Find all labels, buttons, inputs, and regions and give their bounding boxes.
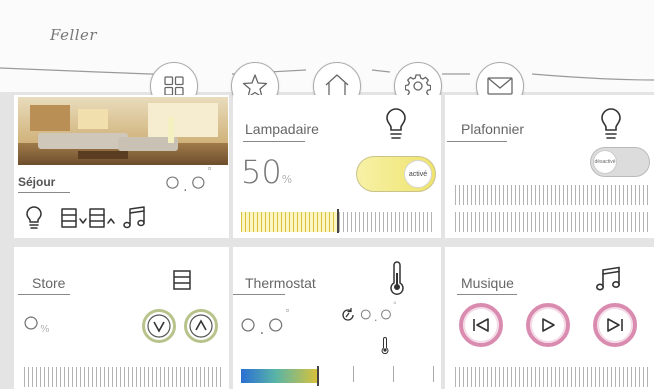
card-title: Lampadaire xyxy=(245,121,319,137)
toggle-knob: activé xyxy=(404,160,432,188)
previous-icon xyxy=(473,318,489,332)
next-button[interactable] xyxy=(593,303,637,347)
dimmer-value: 50% xyxy=(241,153,293,191)
chevron-down-icon xyxy=(147,314,171,338)
dimmer-fill xyxy=(241,212,337,232)
temperature-marker[interactable] xyxy=(317,366,319,386)
card-title: Plafonnier xyxy=(461,121,525,137)
temperature-value: ○.○° xyxy=(239,307,291,342)
previous-button[interactable] xyxy=(459,303,503,347)
play-button[interactable] xyxy=(526,303,570,347)
plafonnier-toggle[interactable]: désactivé xyxy=(590,147,650,177)
temperature-gradient-bar xyxy=(241,369,317,383)
card-title: Musique xyxy=(461,275,514,291)
volume-track[interactable] xyxy=(455,367,649,387)
thermometer-small-icon xyxy=(381,337,389,355)
scale-tick xyxy=(393,366,394,382)
card-musique[interactable]: Musique xyxy=(445,247,654,389)
card-sejour[interactable]: Séjour ○.○° xyxy=(14,95,229,238)
card-store[interactable]: Store ○% xyxy=(14,247,229,389)
lampadaire-toggle[interactable]: activé xyxy=(356,156,436,192)
music-note-icon xyxy=(595,266,620,291)
dimmer-track-1[interactable] xyxy=(455,185,649,205)
quick-actions xyxy=(26,206,145,229)
dimmer-track-2[interactable] xyxy=(455,212,649,232)
temperature-value: ○.○° xyxy=(164,165,213,198)
title-underline xyxy=(457,294,517,295)
card-title: Thermostat xyxy=(245,275,316,291)
bulb-icon xyxy=(601,108,621,139)
room-photo xyxy=(18,97,228,165)
card-title: Séjour xyxy=(18,175,56,189)
setpoint-value: ○.○° xyxy=(359,301,398,327)
store-down-button[interactable] xyxy=(142,309,176,343)
card-lampadaire[interactable]: Lampadaire 50% activé xyxy=(233,95,441,238)
store-position: ○% xyxy=(22,305,50,340)
blind-icon xyxy=(173,270,191,290)
grid-icon xyxy=(164,76,184,96)
thermometer-icon xyxy=(390,261,404,295)
bulb-icon xyxy=(386,108,406,139)
scale-tick xyxy=(353,366,354,382)
dimmer-track[interactable] xyxy=(339,212,435,232)
mail-icon xyxy=(487,77,513,95)
title-underline xyxy=(243,141,305,142)
card-title: Store xyxy=(32,275,66,291)
card-plafonnier[interactable]: Plafonnier désactivé xyxy=(445,95,654,238)
store-up-button[interactable] xyxy=(184,309,218,343)
toggle-knob: désactivé xyxy=(593,150,617,174)
setpoint-icon xyxy=(342,308,354,321)
scale-tick xyxy=(433,366,434,382)
title-underline xyxy=(18,294,70,295)
store-position-track[interactable] xyxy=(24,367,224,387)
chevron-up-icon xyxy=(189,314,213,338)
next-icon xyxy=(607,318,623,332)
title-underline xyxy=(447,141,507,142)
title-underline xyxy=(233,294,285,295)
card-thermostat[interactable]: Thermostat ○.○° ○.○° xyxy=(233,247,441,389)
play-icon xyxy=(542,318,555,332)
title-underline xyxy=(18,192,70,193)
brand-logo: Feller xyxy=(50,26,98,44)
